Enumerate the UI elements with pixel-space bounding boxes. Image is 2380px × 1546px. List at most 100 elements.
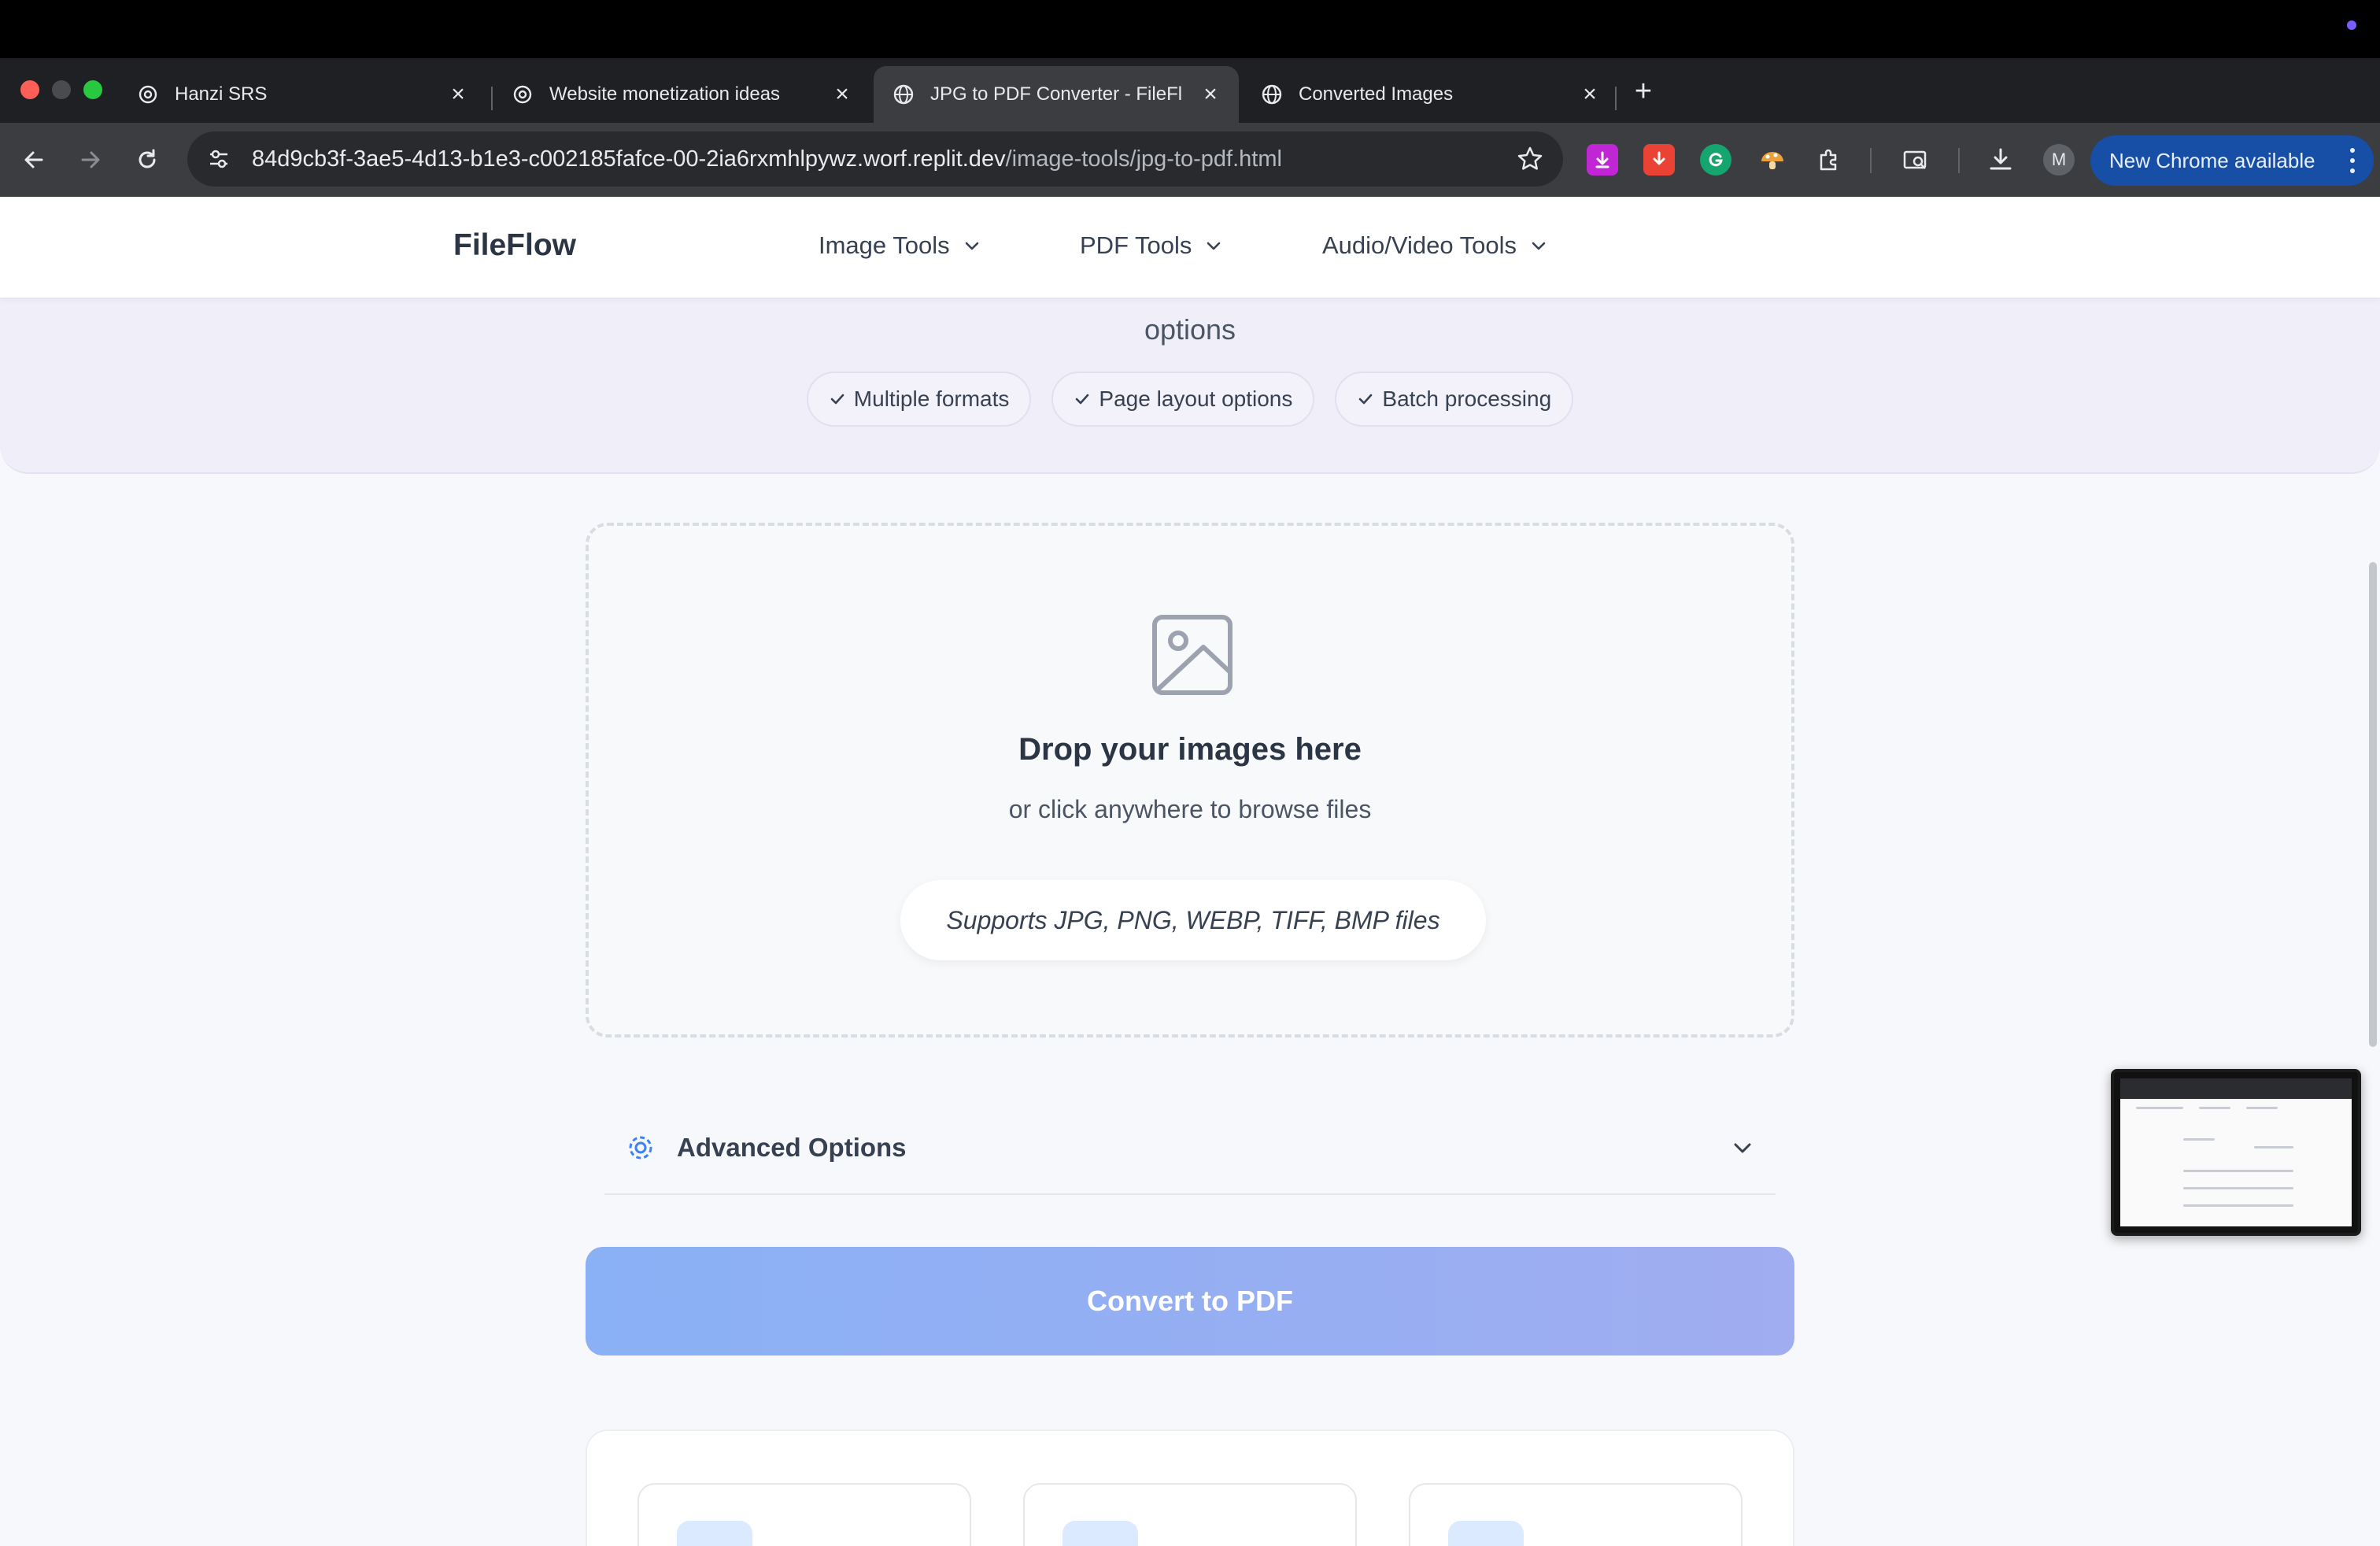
download-extension-icon[interactable] xyxy=(1587,144,1618,176)
chevron-down-icon xyxy=(1529,235,1550,256)
page-viewport: options Multiple formats Page layout opt… xyxy=(0,197,2380,1546)
tab-separator xyxy=(1615,87,1617,110)
downloader-extension-icon[interactable] xyxy=(1643,144,1675,176)
convert-to-pdf-button[interactable]: Convert to PDF xyxy=(586,1247,1794,1356)
close-icon[interactable]: × xyxy=(445,81,471,107)
site-settings-icon[interactable] xyxy=(203,143,235,175)
thumbnail-line xyxy=(2246,1107,2278,1109)
tab-title: Converted Images xyxy=(1299,83,1454,105)
page-scrollbar[interactable] xyxy=(2366,354,2380,1546)
site-logo[interactable]: FileFlow xyxy=(453,228,576,263)
tab-jpg-to-pdf[interactable]: JPG to PDF Converter - FileFl × xyxy=(874,66,1239,123)
more-vert-icon[interactable] xyxy=(2349,148,2356,173)
back-button[interactable] xyxy=(14,140,54,179)
grammarly-icon[interactable] xyxy=(1700,144,1731,176)
thumbnail-line xyxy=(2136,1107,2183,1109)
toolbar-separator xyxy=(1870,148,1872,173)
badge-label: Batch processing xyxy=(1382,386,1552,411)
new-tab-button[interactable]: + xyxy=(1628,75,1659,108)
advanced-options-toggle[interactable]: Advanced Options xyxy=(604,1102,1776,1195)
advanced-options-label: Advanced Options xyxy=(677,1133,907,1162)
address-bar[interactable]: 84d9cb3f-3ae5-4d13-b1e3-c002185fafce-00-… xyxy=(187,131,1563,187)
feature-icon xyxy=(1448,1521,1524,1546)
check-icon xyxy=(829,390,848,409)
openai-icon xyxy=(137,83,159,105)
chevron-down-icon xyxy=(963,235,983,256)
feature-card xyxy=(1023,1483,1357,1546)
extensions-puzzle-icon[interactable] xyxy=(1813,144,1845,176)
toolbar-separator xyxy=(1958,148,1960,173)
tab-converted-images[interactable]: Converted Images × xyxy=(1242,66,1618,123)
close-icon[interactable]: × xyxy=(1577,81,1602,107)
status-indicator-icon xyxy=(2347,20,2356,30)
image-dropzone[interactable]: Drop your images here or click anywhere … xyxy=(586,523,1794,1037)
thumbnail-line xyxy=(2183,1204,2293,1207)
gear-icon xyxy=(625,1130,660,1165)
badge-label: Multiple formats xyxy=(853,386,1010,411)
window-maximize-button[interactable] xyxy=(83,80,102,99)
tab-search-icon[interactable] xyxy=(1900,144,1931,176)
screenshot-thumbnail[interactable] xyxy=(2111,1069,2361,1236)
profile-avatar[interactable]: M xyxy=(2043,144,2075,176)
thumbnail-line xyxy=(2183,1138,2215,1141)
update-label: New Chrome available xyxy=(2109,148,2315,172)
os-menu-bar xyxy=(0,0,2380,58)
hero-subtitle: options xyxy=(1144,313,1236,346)
tab-title: Hanzi SRS xyxy=(175,83,268,105)
features-section xyxy=(586,1429,1794,1546)
nav-label: PDF Tools xyxy=(1080,231,1192,259)
bookmark-star-icon[interactable] xyxy=(1514,143,1546,175)
thumbnail-line xyxy=(2199,1107,2230,1109)
tab-website-monetization[interactable]: Website monetization ideas × xyxy=(493,66,870,123)
badge-multiple-formats: Multiple formats xyxy=(806,372,1032,427)
forward-button[interactable] xyxy=(71,140,110,179)
thumbnail-line xyxy=(2183,1170,2293,1172)
openai-icon xyxy=(512,83,534,105)
nav-label: Image Tools xyxy=(819,231,950,259)
thumbnail-line xyxy=(2183,1187,2293,1189)
thumbnail-line xyxy=(2254,1146,2293,1148)
mushroom-extension-icon[interactable] xyxy=(1757,144,1788,176)
scrollbar-thumb[interactable] xyxy=(2369,562,2377,1047)
badge-page-layout: Page layout options xyxy=(1051,372,1315,427)
supported-formats-pill: Supports JPG, PNG, WEBP, TIFF, BMP files xyxy=(900,880,1486,960)
nav-image-tools[interactable]: Image Tools xyxy=(819,231,983,260)
downloads-icon[interactable] xyxy=(1985,144,2016,176)
reload-button[interactable] xyxy=(128,140,167,179)
feature-icon xyxy=(1062,1521,1138,1546)
browser-tab-strip: Hanzi SRS × Website monetization ideas ×… xyxy=(0,58,2380,123)
new-chrome-available-button[interactable]: New Chrome available xyxy=(2090,135,2374,186)
close-icon[interactable]: × xyxy=(830,81,855,107)
chevron-down-icon xyxy=(1204,235,1225,256)
feature-icon xyxy=(677,1521,752,1546)
nav-pdf-tools[interactable]: PDF Tools xyxy=(1080,231,1225,260)
nav-audio-video-tools[interactable]: Audio/Video Tools xyxy=(1322,231,1550,260)
arrow-left-icon xyxy=(24,151,43,168)
globe-icon xyxy=(893,83,915,105)
browser-toolbar: 84d9cb3f-3ae5-4d13-b1e3-c002185fafce-00-… xyxy=(0,123,2380,197)
badge-label: Page layout options xyxy=(1099,386,1293,411)
site-header: FileFlow Image Tools PDF Tools Audio/Vid… xyxy=(0,197,2380,299)
check-icon xyxy=(1357,390,1376,409)
window-close-button[interactable] xyxy=(20,80,39,99)
image-icon xyxy=(1152,615,1232,695)
hero-section: options Multiple formats Page layout opt… xyxy=(0,299,2380,474)
thumbnail-content xyxy=(2120,1078,2352,1226)
globe-icon xyxy=(1261,83,1283,105)
tab-title: JPG to PDF Converter - FileFl xyxy=(930,83,1183,105)
thumbnail-toolbar xyxy=(2120,1078,2352,1099)
nav-label: Audio/Video Tools xyxy=(1322,231,1517,259)
window-minimize-button[interactable] xyxy=(52,80,71,99)
tab-title: Website monetization ideas xyxy=(549,83,781,105)
feature-badges: Multiple formats Page layout options Bat… xyxy=(0,372,2380,427)
url-text: 84d9cb3f-3ae5-4d13-b1e3-c002185fafce-00-… xyxy=(252,146,1282,172)
close-icon[interactable]: × xyxy=(1198,81,1223,107)
dropzone-title: Drop your images here xyxy=(1018,732,1362,767)
check-icon xyxy=(1074,390,1092,409)
tab-hanzi-srs[interactable]: Hanzi SRS × xyxy=(118,66,486,123)
arrow-right-icon xyxy=(81,151,100,168)
chevron-down-icon xyxy=(1730,1134,1758,1162)
dropzone-subtitle: or click anywhere to browse files xyxy=(1008,795,1372,823)
feature-card xyxy=(1409,1483,1743,1546)
reload-icon xyxy=(139,149,156,168)
